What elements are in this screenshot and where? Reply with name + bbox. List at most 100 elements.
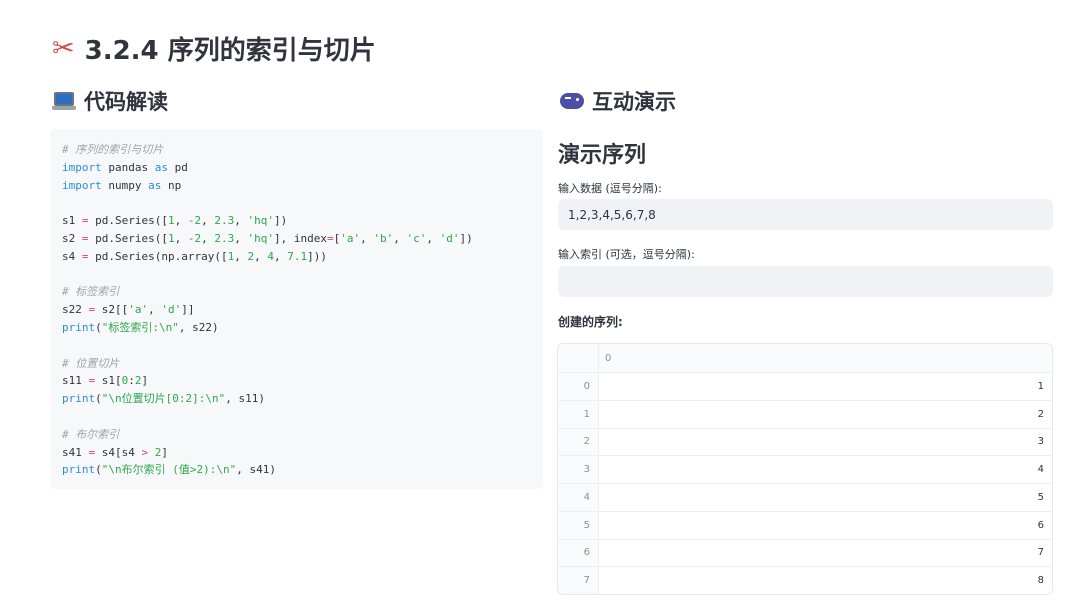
page-title-text: 3.2.4 序列的索引与切片 xyxy=(84,36,376,66)
scissors-icon: ✂ xyxy=(52,33,75,64)
code-token: ]) xyxy=(459,231,473,245)
row-value-cell[interactable]: 8 xyxy=(599,567,1052,594)
row-index-cell: 0 xyxy=(558,373,599,400)
code-token: 'a' xyxy=(340,231,361,245)
code-token: ], index xyxy=(273,231,327,245)
code-line: s2 = pd.Series([1, -2, 2.3, 'hq'], index… xyxy=(62,230,531,248)
code-token: s1[ xyxy=(95,374,122,388)
row-index-cell: 7 xyxy=(558,567,599,594)
code-token: as xyxy=(148,178,162,192)
code-line: s11 = s1[0:2] xyxy=(62,372,531,390)
code-line: import pandas as pd xyxy=(62,159,531,177)
code-token: print xyxy=(62,463,96,477)
code-section-title: 代码解读 xyxy=(84,90,168,114)
row-value-cell[interactable]: 2 xyxy=(599,401,1052,428)
demo-subtitle: 演示序列 xyxy=(558,143,647,168)
code-token: # 位置切片 xyxy=(62,356,120,370)
code-block: # 序列的索引与切片 import pandas as pd import nump… xyxy=(50,129,543,489)
code-token: pandas xyxy=(101,160,155,174)
code-token: import xyxy=(62,160,102,174)
code-token: , xyxy=(234,231,248,245)
row-index-cell: 6 xyxy=(558,539,599,567)
code-token: 2 xyxy=(134,374,142,388)
code-token: , xyxy=(234,214,248,228)
code-token: s2[[ xyxy=(95,303,129,317)
row-value-cell[interactable]: 7 xyxy=(599,540,1052,567)
table-row[interactable]: 34 xyxy=(558,455,1052,483)
index-input[interactable] xyxy=(558,266,1053,297)
code-token: as xyxy=(154,160,168,174)
code-token: , s41) xyxy=(236,463,276,477)
code-token: 1 xyxy=(167,214,175,228)
index-input-label: 输入索引 (可选，逗号分隔): xyxy=(558,248,695,261)
table-row[interactable]: 67 xyxy=(558,538,1052,567)
code-token: , xyxy=(234,249,248,263)
row-index-cell: 4 xyxy=(558,484,599,511)
code-line: s4 = pd.Series(np.array([1, 2, 4, 7.1])) xyxy=(62,248,531,266)
code-token: print xyxy=(62,392,96,406)
code-token: print xyxy=(62,320,96,334)
row-value-cell[interactable]: 3 xyxy=(599,429,1052,456)
data-input[interactable] xyxy=(558,199,1053,230)
code-token: , xyxy=(148,303,162,317)
code-token: ] xyxy=(141,374,149,388)
code-token: , xyxy=(426,231,440,245)
code-token: 'hq' xyxy=(247,231,274,245)
row-value-cell[interactable]: 4 xyxy=(599,456,1052,483)
table-row[interactable]: 78 xyxy=(558,566,1052,594)
code-line: # 标签索引 xyxy=(62,283,531,301)
code-token: pd xyxy=(167,160,188,174)
code-token: 'hq' xyxy=(247,214,274,228)
code-line: # 布尔索引 xyxy=(62,426,531,444)
code-token: = xyxy=(81,249,89,263)
code-token: numpy xyxy=(101,178,149,192)
code-token: "\n位置切片[0:2]:\n" xyxy=(101,392,226,406)
code-token: np xyxy=(161,178,182,192)
demo-section-title: 互动演示 xyxy=(592,90,676,114)
row-value-cell[interactable]: 5 xyxy=(599,484,1052,511)
table-row[interactable]: 45 xyxy=(558,483,1052,511)
table-row[interactable]: 56 xyxy=(558,510,1052,539)
code-line: s22 = s2[['a', 'd']] xyxy=(62,301,531,319)
code-line: # 序列的索引与切片 xyxy=(62,141,531,159)
code-token: s2 xyxy=(62,231,82,245)
code-token: s4 xyxy=(62,249,82,263)
code-token: s22 xyxy=(62,303,89,317)
table-header-row: 0 xyxy=(558,344,1052,372)
code-line: import numpy as np xyxy=(62,177,531,195)
code-token: 7.1 xyxy=(287,249,308,263)
code-token: ( xyxy=(95,463,102,477)
table-row[interactable]: 23 xyxy=(558,427,1052,456)
code-token: ]) xyxy=(273,214,288,228)
code-token: s11 xyxy=(62,374,89,388)
code-token: pd.Series([ xyxy=(88,231,168,245)
code-token: pd.Series([ xyxy=(88,214,168,228)
column-header[interactable]: 0 xyxy=(599,344,1052,372)
table-row[interactable]: 12 xyxy=(558,399,1052,428)
gamepad-icon xyxy=(560,93,584,109)
code-token: ] xyxy=(161,445,168,459)
code-token: ( xyxy=(95,320,102,334)
index-header-cell xyxy=(558,344,599,372)
code-token: , xyxy=(254,249,268,263)
code-section-heading: 代码解读 xyxy=(52,86,168,116)
row-value-cell[interactable]: 6 xyxy=(599,512,1052,539)
series-table[interactable]: 0 0112233445566778 xyxy=(557,343,1053,595)
row-value-cell[interactable]: 1 xyxy=(599,373,1052,400)
code-token: , xyxy=(360,231,374,245)
code-line: s1 = pd.Series([1, -2, 2.3, 'hq']) xyxy=(62,212,531,230)
code-line: print("标签索引:\n", s22) xyxy=(62,319,531,337)
code-token: = xyxy=(326,231,334,245)
table-row[interactable]: 01 xyxy=(558,372,1052,400)
code-token: 'c' xyxy=(406,231,427,245)
code-token: s1 xyxy=(62,214,82,228)
row-index-cell: 2 xyxy=(558,428,599,456)
code-token: 'd' xyxy=(439,231,460,245)
row-index-cell: 3 xyxy=(558,456,599,483)
row-index-cell: 1 xyxy=(558,400,599,428)
code-line: print("\n布尔索引 (值>2):\n", s41) xyxy=(62,461,531,479)
